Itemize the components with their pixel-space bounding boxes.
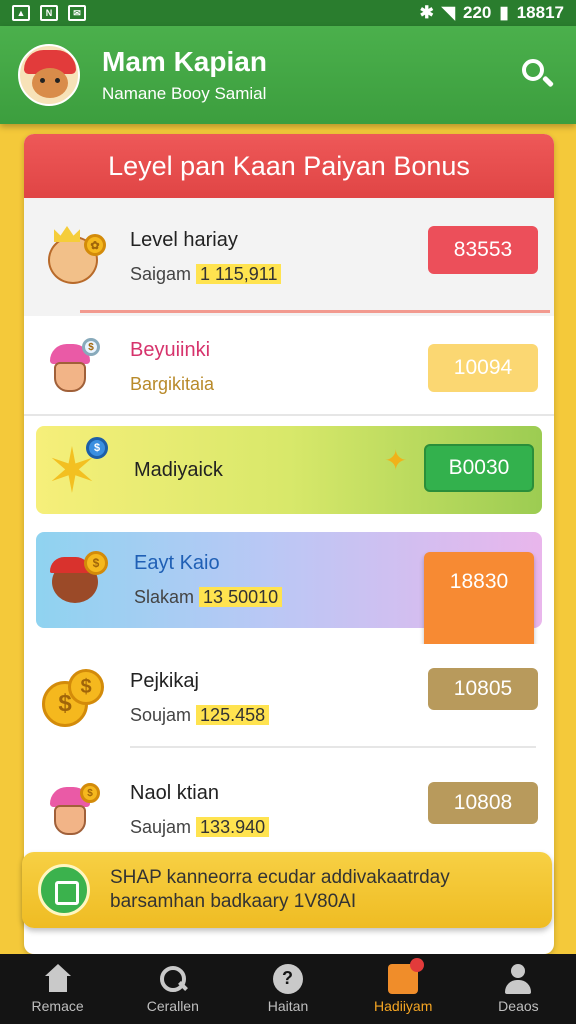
bluetooth-icon: ✱ [419, 3, 434, 22]
item-name: Beyuiinki [130, 339, 211, 361]
page-title: Mam Kapian [102, 46, 267, 77]
item-sub-label: Soujam [130, 705, 192, 725]
search-icon [158, 964, 188, 994]
nav-label: Remace [31, 998, 84, 1014]
item-name: Madiyaick [134, 458, 223, 481]
divider [80, 310, 550, 313]
search-icon[interactable] [518, 55, 558, 95]
mail-icon: ✉ [68, 5, 86, 21]
signal-text: 220 [462, 3, 492, 22]
nav-rewards[interactable]: Hadiiyam [346, 954, 461, 1024]
list-item[interactable]: ✶ $ Madiyaick ✦ B0030 [36, 426, 542, 514]
app-header: Mam Kapian Namane Booy Samial [0, 26, 576, 124]
nav-search[interactable]: Cerallen [115, 954, 230, 1024]
home-icon [43, 964, 73, 994]
pink-hat-cup-icon: $ [40, 334, 106, 400]
bottom-nav: Remace Cerallen Haitan Hadiiyam Deaos [0, 954, 576, 1024]
status-bar: ▲ N ✉ ✱ ◥ 220 ▮ 18817 [0, 0, 576, 26]
list-item[interactable]: $ Naol ktian Saujam 133.940 10808 [24, 756, 554, 864]
person-icon [503, 964, 533, 994]
avatar[interactable] [18, 44, 80, 106]
list-item[interactable]: ✿ Level hariay Saigam 1 115,911 83553 [24, 198, 554, 316]
list-item[interactable]: $ Eayt Kaio Slakam 13 50010 18830 [36, 532, 542, 666]
nav-label: Haitan [267, 998, 309, 1014]
bonus-badge-button[interactable]: 10808 [428, 782, 538, 824]
list-item[interactable]: $ $ Pejkikaj Soujam 125.458 10805 [24, 644, 554, 752]
red-cap-character-icon: $ [44, 547, 110, 613]
bonus-badge-button[interactable]: 10805 [428, 668, 538, 710]
bonus-card: Leyel pan Kaan Paiyan Bonus ✿ Level hari… [24, 134, 554, 954]
item-sub-label: Bargikitaia [130, 374, 215, 394]
stop-icon [38, 864, 90, 916]
item-name: Pejkikaj [130, 670, 199, 692]
bear-king-icon: ✿ [40, 224, 106, 290]
item-amount: 1 115,911 [196, 264, 282, 284]
banner-line-2: barsamhan badkaary 1V80AI [110, 891, 357, 912]
help-icon [273, 964, 303, 994]
item-amount: 125.458 [196, 705, 270, 725]
bonus-badge-button[interactable]: 10094 [428, 344, 538, 392]
nav-home[interactable]: Remace [0, 954, 115, 1024]
item-name: Eayt Kaio [134, 552, 220, 574]
item-amount: 133.940 [196, 817, 270, 837]
item-amount: 13 50010 [199, 587, 283, 607]
item-name: Level hariay [130, 229, 238, 251]
bonus-badge-button[interactable]: B0030 [424, 444, 534, 492]
battery-icon: ▮ [499, 3, 509, 22]
nav-label: Cerallen [146, 998, 199, 1014]
wifi-icon: ◥ [441, 3, 455, 22]
nav-help[interactable]: Haitan [230, 954, 345, 1024]
nav-profile[interactable]: Deaos [461, 954, 576, 1024]
bonus-badge-button[interactable]: 83553 [428, 226, 538, 274]
nav-label: Deaos [498, 998, 539, 1014]
notification-icon: ▲ [12, 5, 30, 21]
banner-line-1: SHAP kanneorra ecudar addivakaatrday [110, 867, 450, 888]
item-sub-label: Saujam [130, 817, 192, 837]
star-icon: ✶ $ [44, 437, 110, 503]
card-title: Leyel pan Kaan Paiyan Bonus [24, 134, 554, 198]
divider [130, 746, 536, 748]
clock: 18817 [516, 3, 564, 22]
promo-banner[interactable]: SHAP kanneorra ecudar addivakaatrday bar… [22, 852, 552, 928]
app-notification-icon: N [40, 5, 58, 21]
item-sub-label: Saigam [130, 264, 192, 284]
list-item[interactable]: $ Beyuiinki Bargikitaia 10094 [24, 320, 554, 416]
item-name: Naol ktian [130, 782, 219, 804]
item-sub-label: Slakam [134, 587, 195, 607]
sparkle-icon: ✦ [384, 445, 408, 476]
page-subtitle: Namane Booy Samial [102, 84, 267, 103]
gold-coins-icon: $ $ [40, 665, 106, 731]
pink-hat-character-icon: $ [40, 777, 106, 843]
nav-label: Hadiiyam [374, 998, 433, 1014]
gift-box-icon [388, 958, 425, 994]
